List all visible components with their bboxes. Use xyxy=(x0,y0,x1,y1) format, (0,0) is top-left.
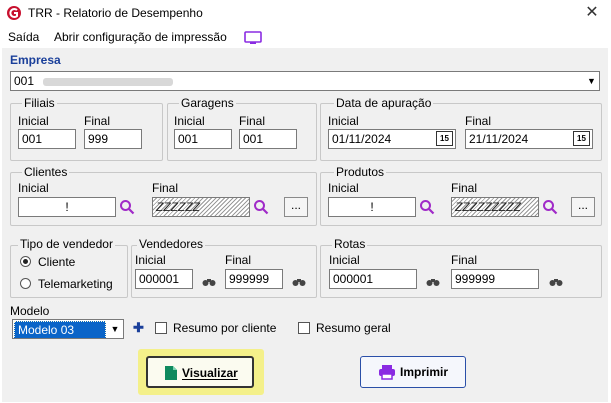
produtos-label: Produtos xyxy=(334,165,387,179)
visualizar-button[interactable]: Visualizar xyxy=(146,356,254,388)
empresa-dropdown-arrow[interactable]: ▼ xyxy=(584,72,599,90)
garagens-final-label: Final xyxy=(239,114,266,128)
data-inicial-value: 01/11/2024 xyxy=(332,132,392,146)
radio-cliente-label[interactable]: Cliente xyxy=(38,255,75,269)
resumo-geral-checkbox[interactable] xyxy=(298,322,310,334)
data-final-value: 21/11/2024 xyxy=(469,132,529,146)
search-icon[interactable] xyxy=(419,199,435,215)
produtos-final-input[interactable]: ZZZZZZZZZ xyxy=(451,197,539,217)
imprimir-button[interactable]: Imprimir xyxy=(360,356,466,388)
tipo-vendedor-label: Tipo de vendedor xyxy=(18,237,115,251)
vendedores-label: Vendedores xyxy=(137,237,206,251)
monitor-icon[interactable] xyxy=(244,31,262,45)
vendedores-final-label: Final xyxy=(225,253,252,267)
filiais-label: Filiais xyxy=(22,96,57,110)
menu-print-config[interactable]: Abrir configuração de impressão xyxy=(54,30,227,44)
window-title: TRR - Relatorio de Desempenho xyxy=(28,6,203,20)
clientes-label: Clientes xyxy=(22,165,70,179)
resumo-cliente-label[interactable]: Resumo por cliente xyxy=(173,321,276,335)
rotas-final-label: Final xyxy=(451,253,478,267)
vendedores-final-input[interactable]: 999999 xyxy=(225,269,283,289)
binoculars-icon[interactable] xyxy=(549,276,563,286)
calendar-final-icon[interactable]: 15 xyxy=(573,131,590,146)
search-icon[interactable] xyxy=(542,199,558,215)
filiais-inicial-label: Inicial xyxy=(18,114,49,128)
produtos-inicial-label: Inicial xyxy=(328,181,359,195)
vendedores-inicial-label: Inicial xyxy=(135,253,166,267)
calendar-inicial-icon[interactable]: 15 xyxy=(436,131,453,146)
visualizar-label: Visualizar xyxy=(182,366,238,380)
imprimir-label: Imprimir xyxy=(400,365,449,379)
data-inicial-label: Inicial xyxy=(328,114,359,128)
clientes-more-button[interactable]: ... xyxy=(284,197,308,217)
garagens-final-input[interactable]: 001 xyxy=(239,129,297,149)
empresa-blurred-name xyxy=(43,77,174,86)
produtos-more-button[interactable]: ... xyxy=(571,197,595,217)
app-logo-icon xyxy=(6,5,22,21)
search-icon[interactable] xyxy=(253,199,269,215)
clientes-final-label: Final xyxy=(152,181,179,195)
modelo-dropdown-arrow[interactable]: ▼ xyxy=(107,320,123,338)
filiais-final-label: Final xyxy=(84,114,111,128)
binoculars-icon[interactable] xyxy=(426,276,440,286)
data-apuracao-label: Data de apuração xyxy=(334,96,434,110)
radio-telemarketing[interactable] xyxy=(20,278,31,289)
radio-cliente[interactable] xyxy=(20,256,31,267)
empresa-value: 001 xyxy=(14,74,35,88)
filiais-final-input[interactable]: 999 xyxy=(84,129,142,149)
rotas-inicial-label: Inicial xyxy=(329,253,360,267)
close-button[interactable]: ✕ xyxy=(580,2,604,24)
clientes-inicial-label: Inicial xyxy=(18,181,49,195)
clientes-inicial-input[interactable]: ! xyxy=(18,197,116,217)
rotas-final-input[interactable]: 999999 xyxy=(451,269,539,289)
clientes-final-input[interactable]: ZZZZZZ xyxy=(152,197,250,217)
binoculars-icon[interactable] xyxy=(202,276,216,286)
empresa-select[interactable]: 001 xyxy=(10,71,600,91)
menu-exit[interactable]: Saída xyxy=(8,30,39,44)
empresa-label: Empresa xyxy=(10,53,61,67)
resumo-cliente-checkbox[interactable] xyxy=(155,322,167,334)
add-model-icon[interactable]: ✚ xyxy=(133,320,144,336)
printer-icon xyxy=(378,364,396,383)
filiais-inicial-input[interactable]: 001 xyxy=(18,129,76,149)
produtos-final-label: Final xyxy=(451,181,478,195)
radio-telemarketing-label[interactable]: Telemarketing xyxy=(38,277,113,291)
data-final-label: Final xyxy=(465,114,492,128)
rotas-label: Rotas xyxy=(332,237,368,251)
vendedores-inicial-input[interactable]: 000001 xyxy=(135,269,193,289)
modelo-label: Modelo xyxy=(10,304,50,318)
binoculars-icon[interactable] xyxy=(292,276,306,286)
garagens-inicial-label: Inicial xyxy=(174,114,205,128)
search-icon[interactable] xyxy=(119,199,135,215)
modelo-value: Modelo 03 xyxy=(14,321,106,338)
document-icon xyxy=(164,365,178,384)
resumo-geral-label[interactable]: Resumo geral xyxy=(316,321,391,335)
rotas-inicial-input[interactable]: 000001 xyxy=(329,269,417,289)
produtos-inicial-input[interactable]: ! xyxy=(328,197,416,217)
garagens-label: Garagens xyxy=(179,96,236,110)
garagens-inicial-input[interactable]: 001 xyxy=(174,129,232,149)
